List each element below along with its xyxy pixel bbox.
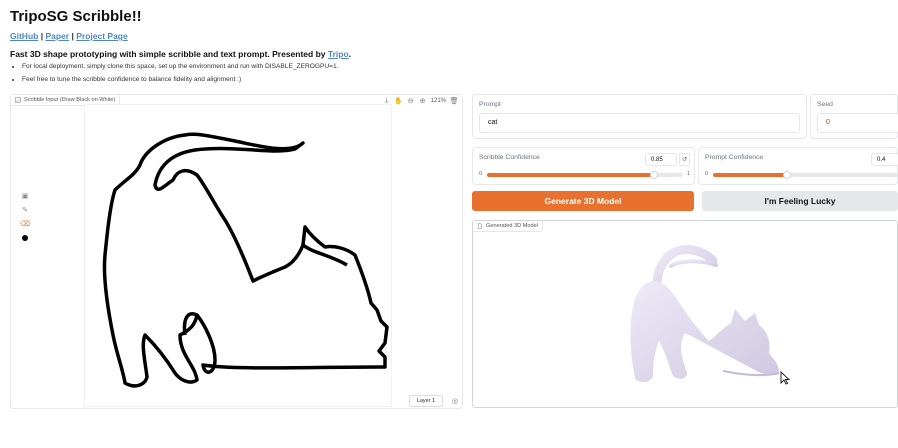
slider-thumb[interactable]	[649, 171, 658, 179]
cat-3d-model	[630, 245, 780, 383]
subtitle-text: Fast 3D shape prototyping with simple sc…	[10, 49, 328, 59]
feeling-lucky-button[interactable]: I'm Feeling Lucky	[702, 191, 898, 211]
tripo-link[interactable]: Tripo	[328, 49, 349, 59]
page-title: TripoSG Scribble!!	[10, 8, 142, 25]
page: TripoSG Scribble!! GitHub | Paper | Proj…	[0, 0, 898, 448]
paper-link[interactable]: Paper	[45, 31, 69, 41]
reset-icon[interactable]: ↺	[679, 153, 690, 166]
zoom-out-icon[interactable]: ⊖	[407, 97, 415, 105]
list-item: Feel free to tune the scribble confidenc…	[22, 76, 338, 83]
eraser-icon[interactable]: ⌫	[20, 219, 30, 229]
prompt-confidence-slider[interactable]	[713, 171, 898, 179]
prompt-confidence-label: Prompt Confidence	[705, 154, 764, 161]
cursor-icon	[780, 371, 790, 385]
prompt-confidence-box: Prompt Confidence 0.4 0	[698, 147, 898, 185]
generate-3d-model-button[interactable]: Generate 3D Model	[472, 191, 694, 211]
link-separator: |	[71, 31, 74, 41]
project-page-link[interactable]: Project Page	[76, 31, 128, 41]
scribble-confidence-slider[interactable]	[487, 171, 683, 179]
zoom-in-icon[interactable]: ⊕	[419, 97, 427, 105]
prompt-confidence-input[interactable]: 0.4	[871, 153, 898, 166]
pan-icon[interactable]: ✋	[394, 97, 403, 105]
scribble-confidence-label: Scribble Confidence	[479, 154, 540, 161]
scribble-confidence-box: Scribble Confidence 0.85 ↺ 0 1	[472, 147, 695, 185]
prompt-box: Prompt cat	[472, 94, 807, 139]
layer-selector[interactable]: Layer 1	[409, 395, 443, 407]
prompt-label: Prompt	[479, 101, 501, 108]
seed-label: Seed	[817, 101, 833, 108]
brush-icon[interactable]: ✎	[20, 205, 30, 215]
slider-max: 1	[687, 171, 691, 177]
seed-box: Seed 0	[810, 94, 898, 139]
slider-fill	[487, 173, 654, 177]
seed-input[interactable]: 0	[817, 113, 898, 133]
slider-thumb[interactable]	[783, 171, 792, 179]
sketch-side-toolbar: ▣ ✎ ⌫	[20, 191, 30, 243]
layers-icon[interactable]: ◎	[452, 397, 458, 405]
link-separator: |	[40, 31, 44, 41]
image-icon	[15, 97, 21, 103]
subtitle: Fast 3D shape prototyping with simple sc…	[10, 49, 351, 59]
generated-model-panel[interactable]: Generated 3D Model	[472, 220, 898, 408]
cat-scribble	[102, 132, 389, 388]
slider-min: 0	[705, 171, 709, 177]
scribble-input-panel: Scribble Input (Draw Black on White) ⤓ ✋…	[10, 94, 463, 409]
color-swatch[interactable]	[20, 233, 30, 243]
slider-fill	[713, 173, 788, 177]
prompt-input[interactable]: cat	[479, 113, 800, 133]
image-tool-icon[interactable]: ▣	[20, 191, 30, 201]
delete-icon[interactable]: 🗑	[450, 97, 459, 105]
zoom-level: 121%	[430, 98, 446, 104]
github-link[interactable]: GitHub	[10, 31, 38, 41]
slider-min: 0	[479, 171, 483, 177]
scribble-confidence-input[interactable]: 0.85	[645, 153, 677, 166]
list-item: For local deployment, simply clone this …	[22, 63, 338, 70]
drawing-canvas[interactable]	[84, 104, 392, 407]
info-list: For local deployment, simply clone this …	[22, 63, 338, 89]
sketch-toolbar: ⤓ ✋ ⊖ ⊕ 121% 🗑	[383, 97, 458, 105]
color-dot	[22, 235, 28, 241]
subtitle-end: .	[348, 49, 352, 59]
scribble-input-label-text: Scribble Input (Draw Black on White)	[24, 97, 116, 103]
links-row: GitHub | Paper | Project Page	[10, 31, 128, 41]
